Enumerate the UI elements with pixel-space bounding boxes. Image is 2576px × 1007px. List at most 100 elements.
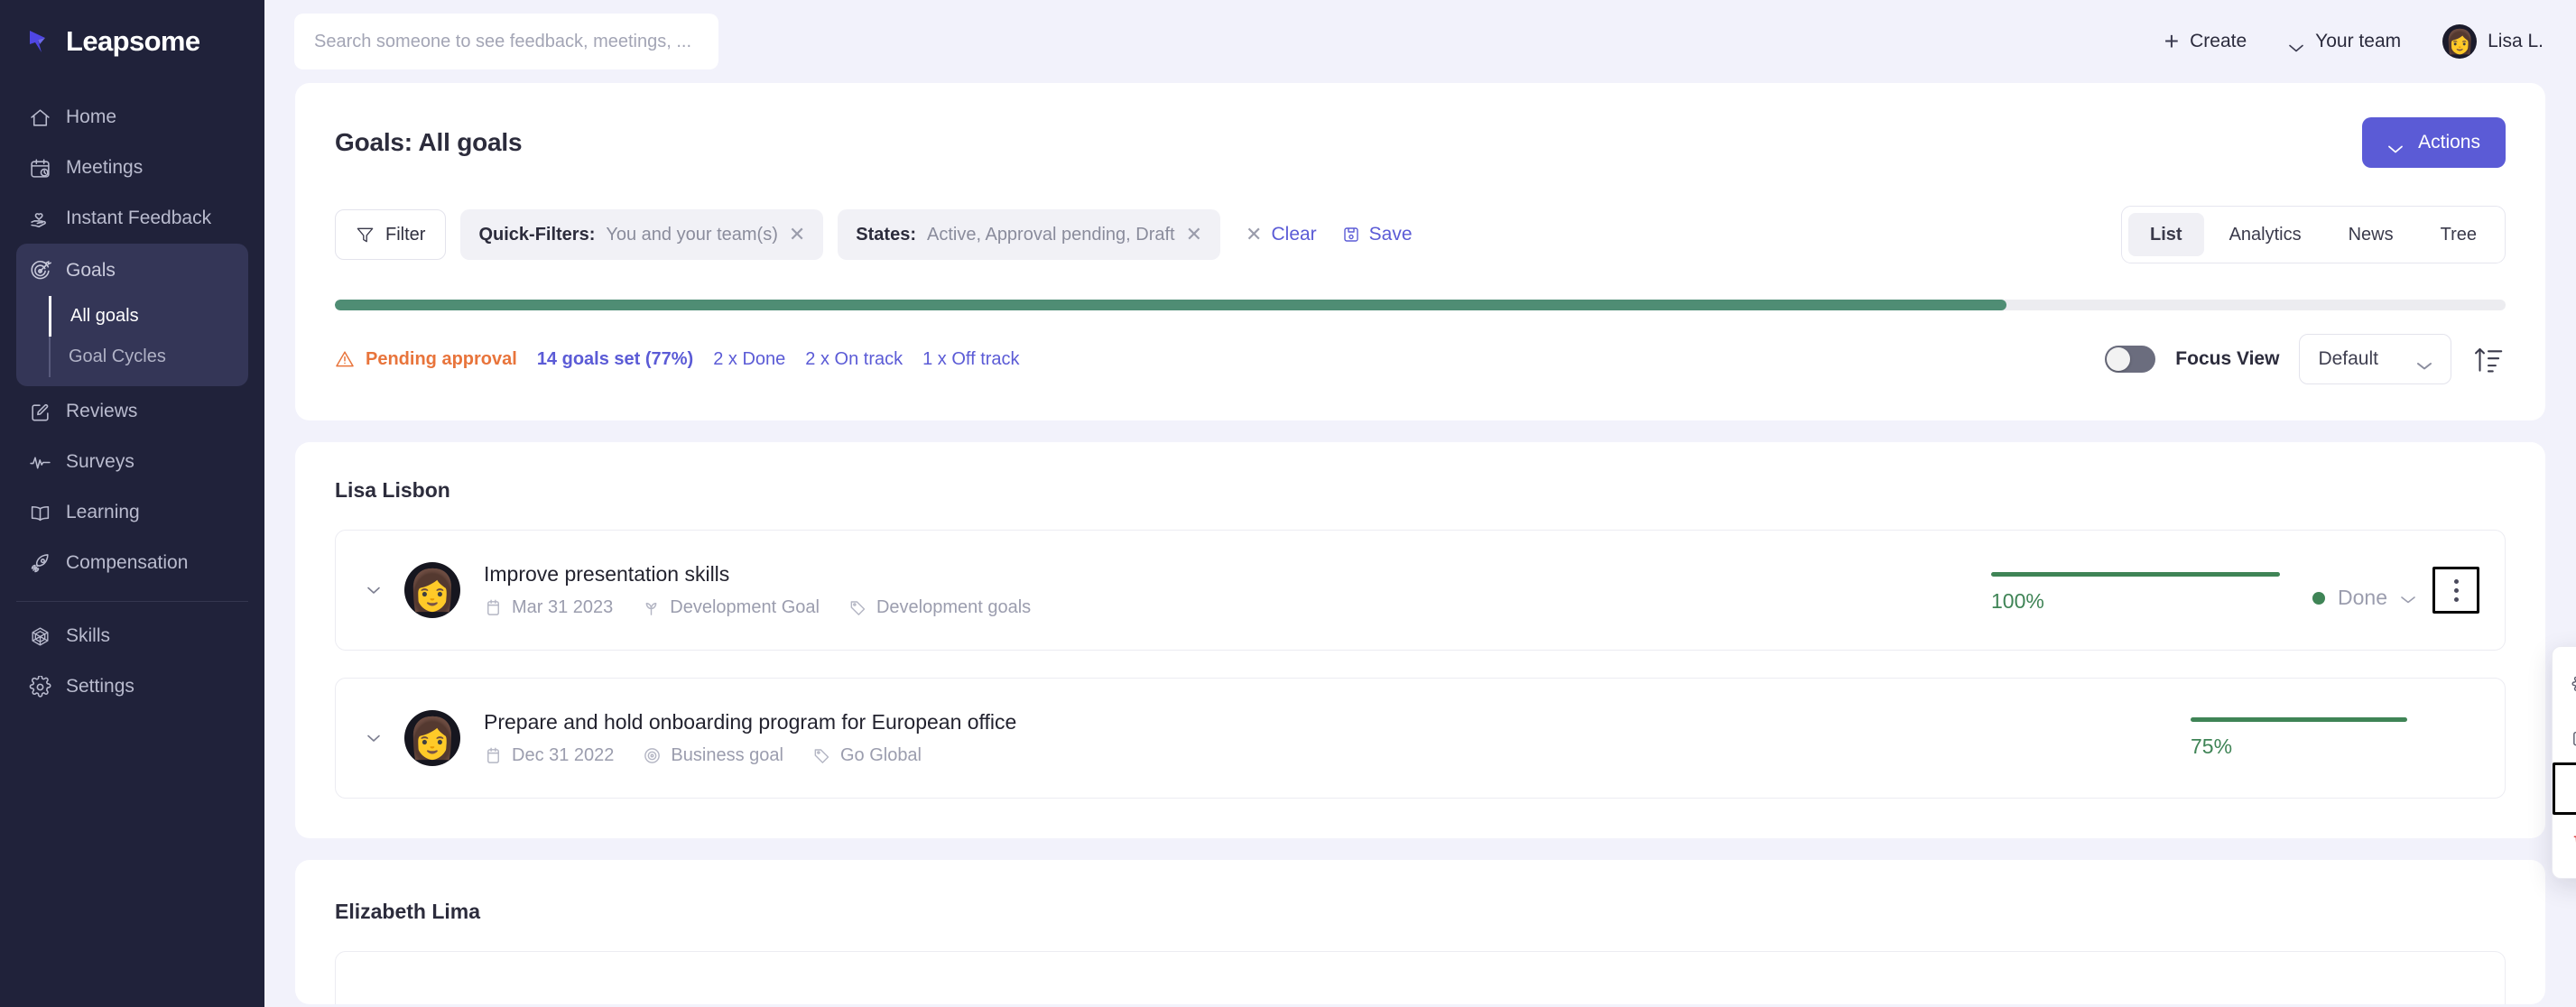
sidebar-item-learning[interactable]: Learning: [16, 487, 248, 538]
create-button[interactable]: + Create: [2164, 29, 2247, 54]
chip-key: Quick-Filters:: [478, 224, 596, 245]
save-label: Save: [1368, 224, 1413, 245]
goals-set-label[interactable]: 14 goals set (77%): [537, 349, 693, 370]
chevron-down-icon: [2288, 37, 2304, 51]
sidebar-item-home[interactable]: Home: [16, 92, 248, 143]
goal-row-placeholder[interactable]: [335, 951, 2506, 1004]
calendar-icon: [484, 746, 503, 765]
goal-type: Development Goal: [670, 597, 820, 617]
goal-row[interactable]: 👩 Improve presentation skills Mar 31 202…: [335, 530, 2506, 651]
goal-status-dropdown[interactable]: Done: [2312, 586, 2416, 610]
toggle-knob: [2107, 347, 2131, 371]
save-disk-icon: [1342, 226, 1360, 244]
chevron-down-icon: [2400, 593, 2416, 604]
goal-progress: 100%: [1991, 572, 2281, 614]
close-icon[interactable]: ✕: [1186, 225, 1202, 245]
plus-icon: +: [2164, 27, 2180, 55]
sidebar-item-meetings[interactable]: Meetings: [16, 143, 248, 193]
sidebar-item-skills[interactable]: Skills: [16, 611, 248, 661]
sidebar-item-goal-cycles[interactable]: Goal Cycles: [49, 337, 248, 377]
tab-tree[interactable]: Tree: [2419, 213, 2498, 256]
save-filters-button[interactable]: Save: [1342, 224, 1413, 245]
sort-button[interactable]: [2471, 342, 2506, 376]
book-icon: [29, 502, 51, 524]
clear-filters-button[interactable]: ✕ Clear: [1246, 224, 1317, 245]
sidebar-item-label: Instant Feedback: [66, 208, 212, 228]
goal-title[interactable]: Prepare and hold onboarding program for …: [484, 710, 1016, 734]
filter-button[interactable]: Filter: [335, 209, 447, 260]
close-icon[interactable]: ✕: [789, 225, 805, 245]
rocket-icon: [29, 552, 51, 575]
sidebar-item-surveys[interactable]: Surveys: [16, 437, 248, 487]
actions-label: Actions: [2418, 132, 2480, 152]
calendar-icon: [484, 598, 503, 617]
tab-list[interactable]: List: [2128, 213, 2204, 256]
sidebar-item-label: Skills: [66, 625, 111, 646]
search-input[interactable]: [294, 14, 718, 69]
menu-item-copy[interactable]: Copy: [2553, 710, 2576, 762]
pulse-icon: [29, 451, 51, 474]
goal-meta: Mar 31 2023 Development Goal Development…: [484, 597, 1031, 618]
leapsome-logo-icon: [27, 28, 54, 55]
avatar: 👩: [2442, 24, 2478, 59]
calendar-clock-icon: [29, 157, 51, 180]
stat-on-track[interactable]: 2 x On track: [805, 349, 903, 370]
sidebar-nav: Home Meetings Instant Feedback Goals All…: [16, 92, 248, 712]
goal-progress: 75%: [2191, 717, 2479, 759]
view-tabs: List Analytics News Tree: [2121, 206, 2506, 263]
sidebar-item-label: Goals: [66, 260, 116, 281]
status-badge-pending-approval[interactable]: Pending approval: [335, 349, 517, 370]
sidebar-item-goals[interactable]: Goals: [16, 245, 248, 296]
menu-item-archive[interactable]: Archive: [2553, 762, 2576, 815]
trash-icon: [2571, 831, 2576, 852]
sidebar-item-instant-feedback[interactable]: Instant Feedback: [16, 193, 248, 244]
focus-view-label: Focus View: [2175, 348, 2280, 369]
your-team-label: Your team: [2315, 31, 2402, 51]
chip-states[interactable]: States: Active, Approval pending, Draft …: [838, 209, 1221, 260]
tab-label: Tree: [2440, 224, 2477, 245]
chip-quick-filters[interactable]: Quick-Filters: You and your team(s) ✕: [460, 209, 824, 260]
home-icon: [29, 106, 51, 129]
polyhedron-icon: [29, 625, 51, 648]
gear-icon: [29, 674, 51, 698]
chip-key: States:: [856, 224, 916, 245]
tab-news[interactable]: News: [2327, 213, 2415, 256]
warning-triangle-icon: [335, 349, 355, 369]
sidebar-item-label: Surveys: [66, 451, 134, 472]
expand-chevron-icon[interactable]: [363, 579, 385, 601]
hand-heart-icon: [29, 208, 51, 230]
goal-context-menu: Settings Copy Archive Delete: [2552, 646, 2576, 879]
sidebar-item-compensation[interactable]: Compensation: [16, 538, 248, 588]
funnel-icon: [356, 226, 375, 245]
goal-date: Dec 31 2022: [512, 745, 615, 765]
user-menu[interactable]: 👩 Lisa L.: [2442, 24, 2544, 59]
view-select[interactable]: Default: [2299, 334, 2451, 384]
goal-row[interactable]: 👩 Prepare and hold onboarding program fo…: [335, 678, 2506, 799]
view-select-value: Default: [2318, 348, 2378, 369]
actions-button[interactable]: Actions: [2362, 117, 2506, 168]
menu-item-settings[interactable]: Settings: [2553, 658, 2576, 710]
brand[interactable]: Leapsome: [16, 0, 248, 83]
chip-value: You and your team(s): [606, 224, 778, 245]
topbar: + Create Your team 👩 Lisa L.: [264, 0, 2576, 83]
goal-options-button[interactable]: [2432, 567, 2479, 614]
tab-label: Analytics: [2229, 224, 2302, 245]
tab-analytics[interactable]: Analytics: [2208, 213, 2323, 256]
create-label: Create: [2190, 31, 2247, 51]
expand-chevron-icon[interactable]: [363, 727, 385, 749]
goal-tag: Development goals: [876, 597, 1032, 617]
stat-done[interactable]: 2 x Done: [713, 349, 785, 370]
sidebar-subnav-goals: All goals Goal Cycles: [49, 296, 248, 377]
pending-label: Pending approval: [366, 348, 517, 369]
sidebar-item-reviews[interactable]: Reviews: [16, 386, 248, 437]
sidebar-divider: [16, 601, 248, 602]
sidebar-item-all-goals[interactable]: All goals: [49, 296, 248, 337]
page-title: Goals: All goals: [335, 128, 523, 156]
stat-off-track[interactable]: 1 x Off track: [922, 349, 1019, 370]
focus-view-toggle[interactable]: [2105, 346, 2156, 373]
goal-title[interactable]: Improve presentation skills: [484, 562, 1031, 587]
menu-item-delete[interactable]: Delete: [2553, 815, 2576, 867]
sidebar-item-settings[interactable]: Settings: [16, 661, 248, 712]
kebab-menu-icon: [2453, 578, 2459, 602]
your-team-dropdown[interactable]: Your team: [2288, 31, 2401, 52]
